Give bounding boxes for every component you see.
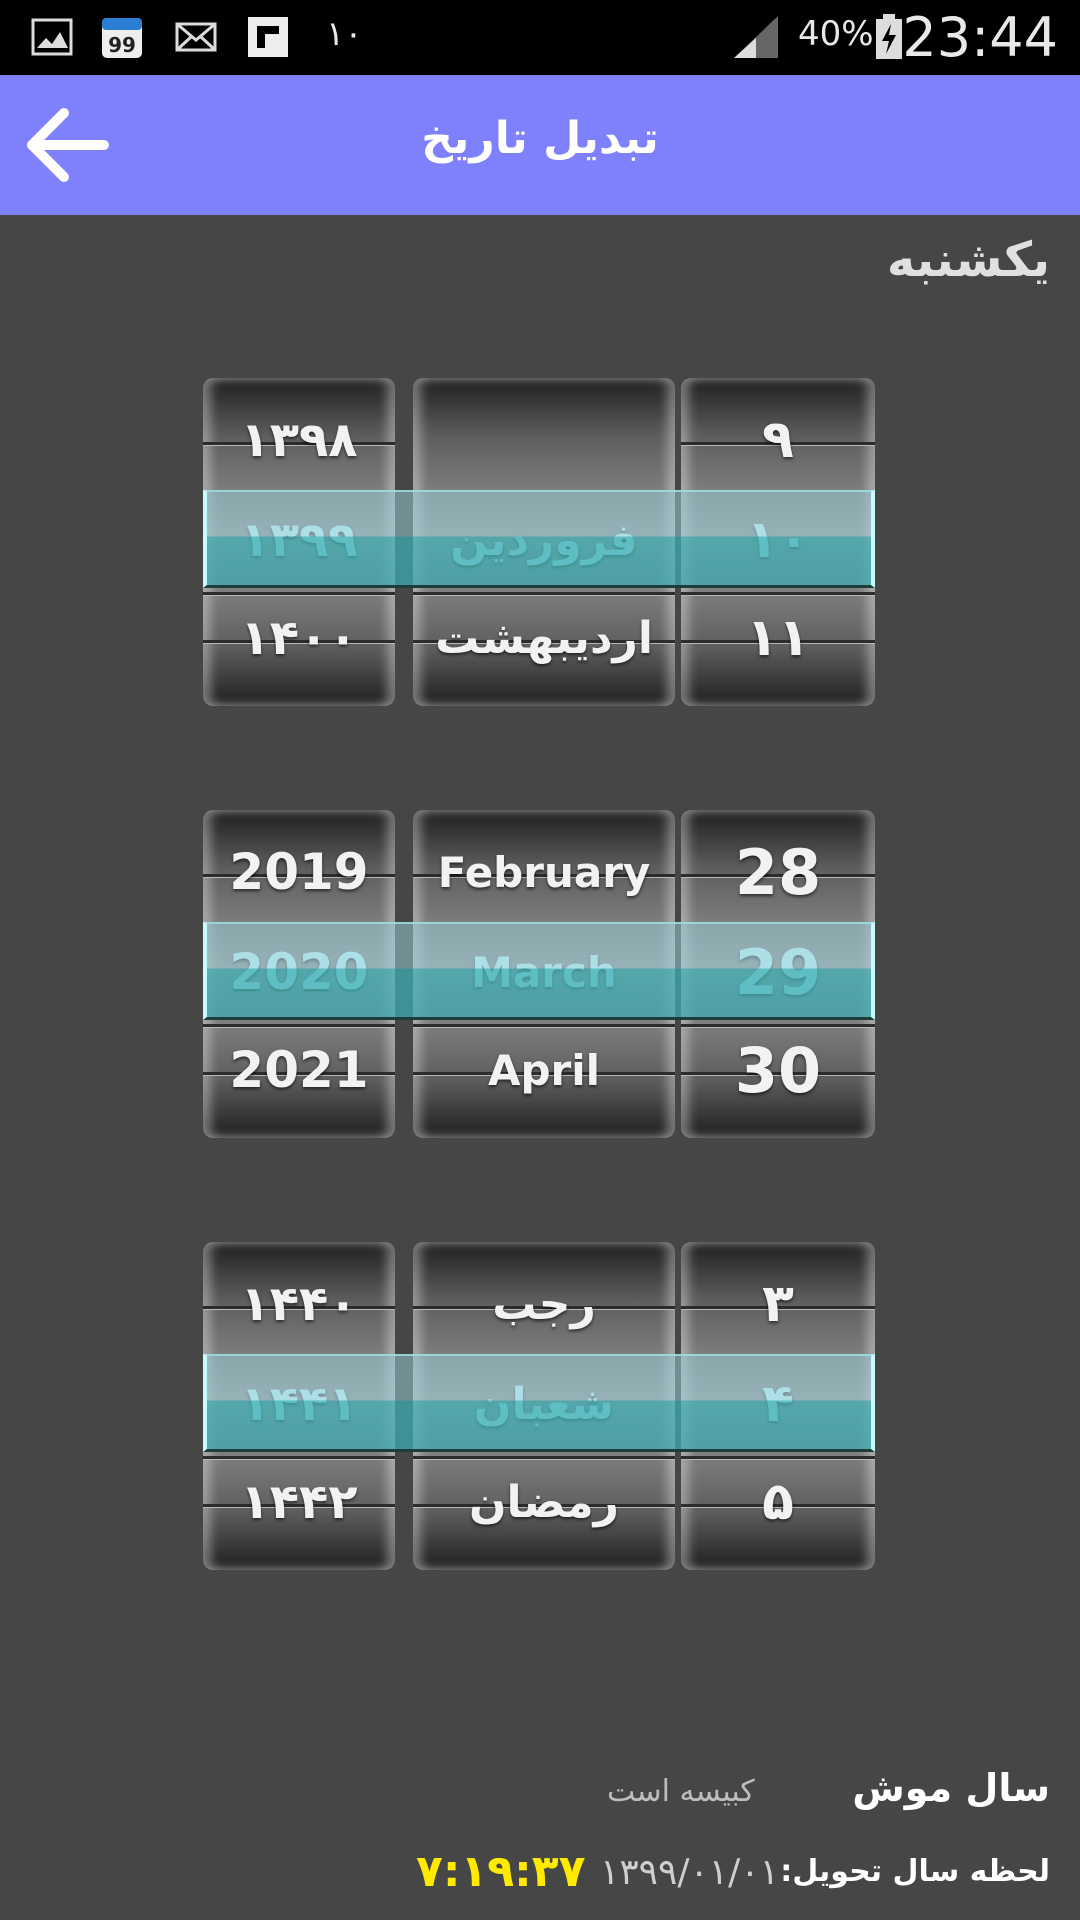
app-bar: تبدیل تاریخ [0,75,1080,215]
persian-year-wheel[interactable]: ۱۳۹۸ ۱۳۹۹ ۱۴۰۰ [203,378,395,706]
tahvil-label: لحظه سال تحویل: [780,1854,1050,1889]
wheel-item[interactable]: ۱۱ [681,590,875,686]
tahvil-row: لحظه سال تحویل: ۱۳۹۹/۰۱/۰۱ ۷:۱۹:۳۷ [0,1846,1080,1908]
status-bar: 99 ۱۰ 40% 23:44 [0,0,1080,75]
wheel-item-selected[interactable]: 2020 [203,924,395,1020]
tahvil-time: ۷:۱۹:۳۷ [416,1846,586,1897]
tahvil-date: ۱۳۹۹/۰۱/۰۱ [600,1852,779,1893]
page-title: تبدیل تاریخ [421,113,659,164]
wheel-item-selected[interactable]: 29 [681,924,875,1020]
gregorian-year-wheel[interactable]: 2019 2020 2021 [203,810,395,1138]
wheel-item-selected[interactable]: ۴ [681,1356,875,1452]
wheel-item[interactable]: ۱۴۰۰ [203,590,395,686]
wheel-item[interactable]: ۱۳۹۸ [203,392,395,488]
wheel-item[interactable] [413,392,675,488]
wheel-item-selected[interactable]: شعبان [413,1356,675,1452]
gregorian-day-wheel[interactable]: 28 29 30 [681,810,875,1138]
wheel-item[interactable]: ۵ [681,1454,875,1550]
calendar-app-icon: 99 [102,18,142,58]
wheel-item[interactable]: رجب [413,1256,675,1352]
persian-month-wheel[interactable]: فروردین اردیبهشت [413,378,675,706]
year-info-row: سال موش کبیسه است [0,1762,1080,1822]
wheel-item-selected[interactable]: ۱۰ [681,492,875,588]
animal-year: سال موش [852,1766,1050,1810]
wheel-item[interactable]: 28 [681,824,875,920]
leap-year-status: کبیسه است [607,1774,755,1809]
svg-text:99: 99 [108,33,136,57]
wheel-item-selected[interactable]: فروردین [413,492,675,588]
weekday-label: یکشنبه [886,232,1050,288]
hijri-year-wheel[interactable]: ۱۴۴۰ ۱۴۴۱ ۱۴۴۲ [203,1242,395,1570]
wheel-item-selected[interactable]: March [413,924,675,1020]
flipboard-icon [248,17,288,57]
persian-date-picker: ۱۳۹۸ ۱۳۹۹ ۱۴۰۰ فروردین اردیبهشت ۹ ۱۰ ۱۱ [203,378,875,706]
wheel-item[interactable]: رمضان [413,1454,675,1550]
notification-count: ۱۰ [326,14,363,54]
hijri-month-wheel[interactable]: رجب شعبان رمضان [413,1242,675,1570]
wheel-item[interactable]: February [413,824,675,920]
clock: 23:44 [902,6,1058,69]
battery-percent: 40% [798,14,874,54]
persian-day-wheel[interactable]: ۹ ۱۰ ۱۱ [681,378,875,706]
wheel-item[interactable]: 30 [681,1022,875,1118]
gallery-icon [31,18,73,56]
wheel-item-selected[interactable]: ۱۴۴۱ [203,1356,395,1452]
wheel-item-selected[interactable]: ۱۳۹۹ [203,492,395,588]
wheel-item[interactable]: ۳ [681,1256,875,1352]
wheel-item[interactable]: ۹ [681,392,875,488]
wheel-item[interactable]: 2019 [203,824,395,920]
wheel-item[interactable]: 2021 [203,1022,395,1118]
wheel-item[interactable]: April [413,1022,675,1118]
hijri-day-wheel[interactable]: ۳ ۴ ۵ [681,1242,875,1570]
gregorian-date-picker: 2019 2020 2021 February March April 28 2… [203,810,875,1138]
wheel-item[interactable]: ۱۴۴۲ [203,1454,395,1550]
wheel-item[interactable]: اردیبهشت [413,590,675,686]
battery-charging-icon [876,14,902,59]
gregorian-month-wheel[interactable]: February March April [413,810,675,1138]
signal-icon [734,16,778,58]
wheel-item[interactable]: ۱۴۴۰ [203,1256,395,1352]
mail-icon [175,22,217,52]
hijri-date-picker: ۱۴۴۰ ۱۴۴۱ ۱۴۴۲ رجب شعبان رمضان ۳ ۴ ۵ [203,1242,875,1570]
